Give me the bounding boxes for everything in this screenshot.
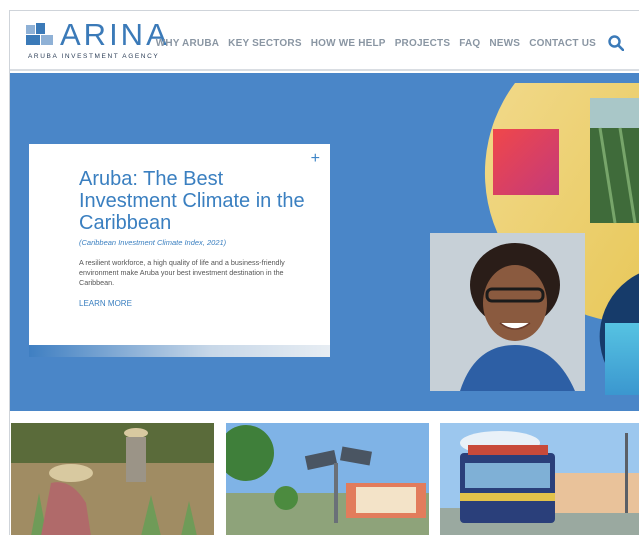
- site-header: ARINA ARUBA INVESTMENT AGENCY WHY ARUBA …: [10, 11, 639, 71]
- nav-item-contact-us[interactable]: CONTACT US: [529, 38, 596, 49]
- nav-item-faq[interactable]: FAQ: [459, 38, 480, 49]
- page-frame: ARINA ARUBA INVESTMENT AGENCY WHY ARUBA …: [9, 10, 639, 535]
- learn-more-link[interactable]: LEARN MORE: [79, 299, 132, 308]
- hero-card-accent-bar: [29, 345, 330, 357]
- solar-trees-plaza-image[interactable]: [226, 423, 429, 535]
- hero-body: A resilient workforce, a high quality of…: [79, 258, 285, 287]
- brand-name: ARINA: [60, 17, 170, 52]
- hero-collage-image: [430, 83, 639, 395]
- tram-street-image[interactable]: [440, 423, 639, 535]
- nav-item-how-we-help[interactable]: HOW WE HELP: [311, 38, 386, 49]
- farmers-aloe-field-image[interactable]: [11, 423, 214, 535]
- hero-subtitle: (Caribbean Investment Climate Index, 202…: [79, 238, 227, 247]
- nav-item-projects[interactable]: PROJECTS: [395, 38, 451, 49]
- main-nav: WHY ARUBA KEY SECTORS HOW WE HELP PROJEC…: [156, 35, 624, 51]
- hero-title: Aruba: The Best Investment Climate in th…: [79, 168, 305, 234]
- hero-banner: + Aruba: The Best Investment Climate in …: [10, 73, 639, 411]
- nav-item-key-sectors[interactable]: KEY SECTORS: [228, 38, 302, 49]
- search-icon[interactable]: [608, 35, 624, 51]
- hero-card: + Aruba: The Best Investment Climate in …: [29, 144, 330, 345]
- arina-logo-mark-icon: [26, 23, 53, 45]
- nav-item-news[interactable]: NEWS: [489, 38, 520, 49]
- arina-logo[interactable]: ARINA ARUBA INVESTMENT AGENCY: [26, 17, 176, 63]
- feature-thumbnails: [10, 423, 639, 535]
- brand-tagline: ARUBA INVESTMENT AGENCY: [28, 53, 160, 60]
- nav-item-why-aruba[interactable]: WHY ARUBA: [156, 38, 219, 49]
- plus-icon[interactable]: +: [311, 150, 320, 168]
